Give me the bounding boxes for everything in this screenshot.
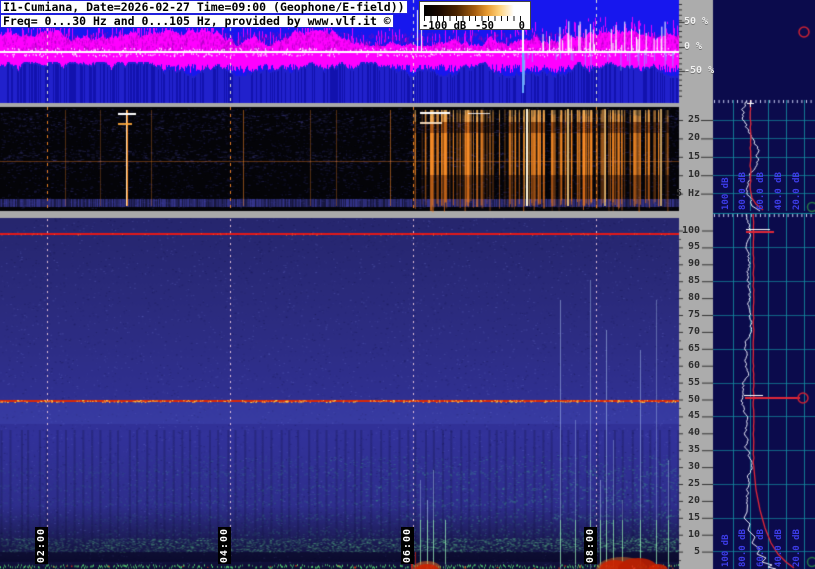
vlf-monitor-screen: I1-Cumiana, Date=2026-02-27 Time=09:00 (…	[0, 0, 815, 569]
geophone-tick-label: 10	[687, 169, 700, 181]
efield-tick-label: 70	[687, 325, 700, 337]
efield-tick-label: 85	[687, 275, 700, 287]
efield-tick-label: 95	[687, 241, 700, 253]
geophone-tick-label: 5 Hz	[676, 187, 701, 199]
colorbar-gradient	[424, 5, 526, 16]
efield-tick-label: 50	[687, 393, 700, 405]
db-colorbar: -100 dB -50 0	[419, 1, 531, 32]
db-axis-label: 100 dB	[721, 177, 731, 210]
db-axis-label: 40.0 dB	[774, 529, 784, 567]
efield-tick-label: 5	[693, 545, 700, 557]
efield-tick-label: 55	[687, 376, 700, 388]
efield-tick-label: 20	[687, 494, 700, 506]
geophone-tick-label: 25	[687, 114, 700, 125]
efield-tick-label: 10	[687, 528, 700, 540]
db-axis-label: 60.0 dB	[756, 172, 766, 210]
colorbar-max-label: 0	[518, 20, 525, 32]
db-axis-label: 100 dB	[721, 534, 731, 567]
time-label: 02:00	[35, 527, 48, 564]
db-axis-label: 80.0 dB	[738, 529, 748, 567]
efield-tick-label: 30	[687, 461, 700, 473]
colorbar-mid-label: -50	[475, 20, 494, 32]
geophone-tick-label: 15	[687, 150, 700, 162]
efield-tick-label: 45	[687, 410, 700, 422]
time-label: 04:00	[218, 527, 231, 564]
efield-tick-label: 80	[687, 292, 700, 304]
efield-tick-label: 40	[687, 427, 700, 439]
amplitude-tick-label: -50 %	[684, 65, 715, 76]
db-axis-label: 20.0 dB	[792, 529, 802, 567]
amplitude-tick-label: 0 %	[684, 40, 703, 52]
efield-tick-label: 15	[687, 511, 700, 523]
time-label: 06:00	[401, 527, 414, 564]
db-axis-label: 20.0 dB	[792, 172, 802, 210]
db-axis-label: 40.0 dB	[774, 172, 784, 210]
efield-tick-label: 65	[687, 342, 700, 354]
efield-tick-label: 60	[687, 359, 700, 371]
db-axis-label: 60.0 dB	[756, 529, 766, 567]
station-title: I1-Cumiana, Date=2026-02-27 Time=09:00 (…	[0, 0, 408, 14]
db-axis-label: 80.0 dB	[738, 172, 748, 210]
efield-tick-label: 35	[687, 444, 700, 456]
colorbar-min-label: -100 dB	[422, 20, 467, 32]
efield-tick-label: 100	[681, 224, 700, 236]
geophone-tick-label: 20	[687, 132, 700, 144]
frequency-subtitle: Freq= 0...30 Hz and 0...105 Hz, provided…	[0, 14, 394, 28]
efield-tick-label: 75	[687, 309, 700, 320]
amplitude-tick-label: 50 %	[684, 16, 709, 27]
colorbar-labels: -100 dB -50 0	[420, 20, 530, 32]
time-label: 08:00	[584, 527, 597, 564]
efield-tick-label: 90	[687, 258, 700, 270]
efield-tick-label: 25	[687, 478, 700, 489]
